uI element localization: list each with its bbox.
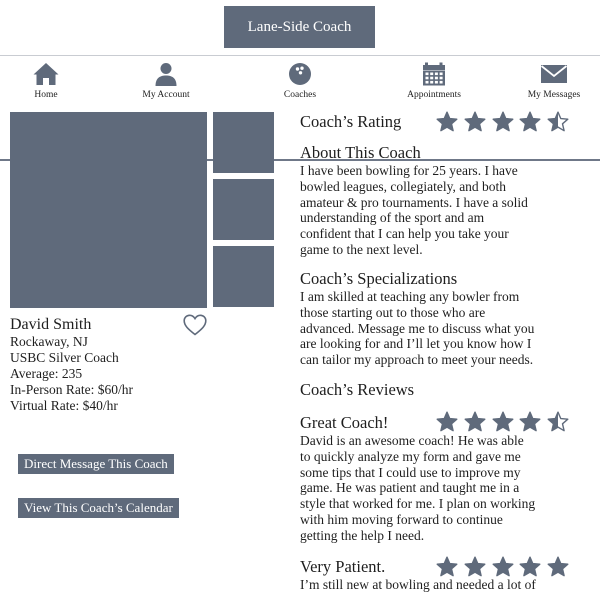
coach-photo-thumbnail[interactable] <box>213 112 274 173</box>
star-filled-icon <box>519 411 541 432</box>
nav-item-coaches[interactable]: Coaches <box>245 56 355 102</box>
star-half-icon <box>547 111 569 132</box>
star-filled-icon <box>492 556 514 577</box>
home-icon <box>33 63 59 85</box>
coach-location: Rockaway, NJ <box>10 334 88 349</box>
calendar-icon <box>423 62 445 86</box>
nav-label-coaches: Coaches <box>283 90 317 100</box>
envelope-icon <box>540 65 568 83</box>
specializations-text: I am skilled at teaching any bowler from… <box>300 289 535 368</box>
nav-item-home[interactable]: Home <box>0 56 101 102</box>
star-filled-icon <box>436 556 458 577</box>
specializations-heading: Coach’s Specializations <box>300 269 458 288</box>
star-filled-icon <box>492 411 514 432</box>
view-calendar-button[interactable]: View This Coach’s Calendar <box>18 498 179 518</box>
star-filled-icon <box>519 111 541 132</box>
nav-label-appointments: Appointments <box>407 90 461 100</box>
nav-label-my-account: My Account <box>142 90 190 100</box>
review-rating-stars <box>436 411 575 433</box>
main-nav: Home My Account Coaches Appointments My … <box>0 56 600 161</box>
user-icon <box>155 63 177 86</box>
nav-label-my-messages: My Messages <box>527 90 581 100</box>
coach-photo-thumbnail[interactable] <box>213 246 274 307</box>
nav-item-my-messages[interactable]: My Messages <box>499 56 600 102</box>
star-filled-icon <box>464 556 486 577</box>
app-header: Lane-Side Coach <box>0 0 600 56</box>
brand-logo[interactable]: Lane-Side Coach <box>224 6 375 48</box>
star-half-icon <box>547 411 569 432</box>
coach-certification: USBC Silver Coach <box>10 350 119 365</box>
bowling-ball-icon <box>289 63 311 85</box>
coach-rating-stars <box>436 111 575 133</box>
star-filled-icon <box>464 411 486 432</box>
about-heading: About This Coach <box>300 143 421 162</box>
nav-item-appointments[interactable]: Appointments <box>379 56 489 102</box>
star-filled-icon <box>492 111 514 132</box>
coach-photo-thumbnail[interactable] <box>213 179 274 240</box>
review-text: David is an awesome coach! He was able t… <box>300 433 536 543</box>
star-filled-icon <box>519 556 541 577</box>
coach-name: David Smith <box>10 316 92 333</box>
heart-outline-icon[interactable] <box>183 314 207 336</box>
star-filled-icon <box>436 111 458 132</box>
coach-profile-details: David Smith Rockaway, NJ USBC Silver Coa… <box>10 316 210 414</box>
star-filled-icon <box>436 411 458 432</box>
reviews-heading: Coach’s Reviews <box>300 380 415 399</box>
about-section: About This Coach I have been bowling for… <box>300 143 590 258</box>
coach-main-photo[interactable] <box>10 112 207 308</box>
star-filled-icon <box>464 111 486 132</box>
about-text: I have been bowling for 25 years. I have… <box>300 163 528 257</box>
nav-item-my-account[interactable]: My Account <box>111 56 221 102</box>
coach-in-person-rate: In-Person Rate: $60/hr <box>10 382 133 397</box>
specializations-section: Coach’s Specializations I am skilled at … <box>300 269 590 368</box>
direct-message-button[interactable]: Direct Message This Coach <box>18 454 174 474</box>
review-rating-stars <box>436 556 575 578</box>
star-filled-icon <box>547 556 569 577</box>
review-text: I’m still new at bowling and needed a lo… <box>300 577 536 592</box>
nav-label-home: Home <box>34 90 58 100</box>
coach-average: Average: 235 <box>10 366 83 381</box>
coach-virtual-rate: Virtual Rate: $40/hr <box>10 398 118 413</box>
